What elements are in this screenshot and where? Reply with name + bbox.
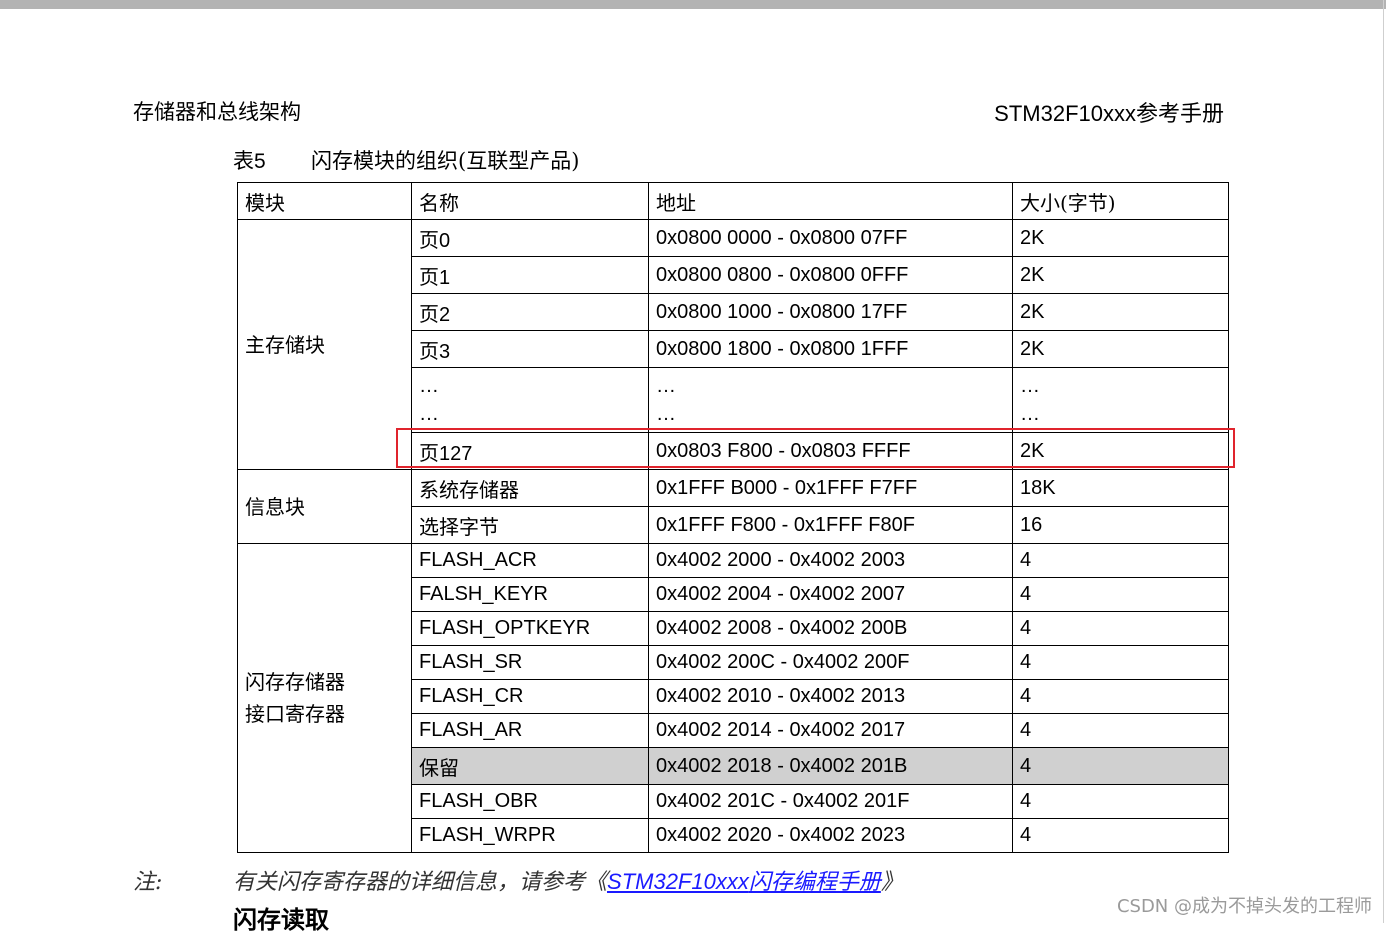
cell-name: 页3 — [411, 330, 649, 368]
cell-address: 0x4002 201C - 0x4002 201F — [648, 784, 1013, 819]
cell-size: 18K — [1012, 469, 1229, 507]
cell-name: 页2 — [411, 293, 649, 331]
cell-address: 0x1FFF B000 - 0x1FFF F7FF — [648, 469, 1013, 507]
cell-size: 4 — [1012, 747, 1229, 785]
manual-link-latin: STM32F10xxx — [607, 869, 749, 894]
cell-address: 0x0800 0000 - 0x0800 07FF — [648, 219, 1013, 257]
cell-size: 16 — [1012, 506, 1229, 544]
cell-size: 2K — [1012, 330, 1229, 368]
cell-address: 0x0800 0800 - 0x0800 0FFF — [648, 256, 1013, 294]
col-header-size: 大小(字节) — [1012, 182, 1229, 220]
cell-name: FALSH_KEYR — [411, 577, 649, 612]
table-row: 信息块 系统存储器 0x1FFF B000 - 0x1FFF F7FF 18K — [237, 469, 1229, 544]
cell-name: 页127 — [411, 432, 649, 470]
ellipsis-1: … — [656, 375, 676, 397]
cell-address: 0x4002 2014 - 0x4002 2017 — [648, 713, 1013, 748]
cell-address: 0x4002 2000 - 0x4002 2003 — [648, 543, 1013, 578]
cell-name: 选择字节 — [411, 506, 649, 544]
cell-address: 0x0800 1800 - 0x0800 1FFF — [648, 330, 1013, 368]
module-register-line1: 闪存存储器 — [245, 670, 345, 694]
cell-address: 0x0800 1000 - 0x0800 17FF — [648, 293, 1013, 331]
cell-name: 页0 — [411, 219, 649, 257]
col-header-module: 模块 — [237, 182, 412, 220]
cell-address: 0x0803 F800 - 0x0803 FFFF — [648, 432, 1013, 470]
cell-name: FLASH_CR — [411, 679, 649, 714]
cell-name: FLASH_ACR — [411, 543, 649, 578]
page-edge — [1383, 0, 1384, 923]
col-header-name: 名称 — [411, 182, 649, 220]
cell-name: 页1 — [411, 256, 649, 294]
cell-size: 2K — [1012, 293, 1229, 331]
ellipsis-1: … — [1020, 375, 1040, 397]
section-title: 闪存读取 — [233, 905, 329, 934]
table-row: 主存储块 页0 0x0800 0000 - 0x0800 07FF 2K — [237, 219, 1229, 470]
col-header-address: 地址 — [648, 182, 1013, 220]
watermark: CSDN @成为不掉头发的工程师 — [1116, 896, 1372, 917]
cell-size: 4 — [1012, 713, 1229, 748]
ellipsis-2: … — [419, 403, 439, 425]
table-caption: 表5 闪存模块的组织(互联型产品) — [233, 145, 579, 175]
cell-address: 0x4002 2004 - 0x4002 2007 — [648, 577, 1013, 612]
table-number: 表5 — [233, 150, 266, 173]
note-label: 注: — [133, 870, 163, 895]
module-register-block: 闪存存储器接口寄存器 — [237, 543, 412, 853]
cell-ellipsis: …… — [411, 367, 649, 433]
cell-name: FLASH_OBR — [411, 784, 649, 819]
cell-name: 保留 — [411, 747, 649, 785]
cell-name: FLASH_OPTKEYR — [411, 611, 649, 646]
cell-ellipsis: …… — [648, 367, 1013, 433]
cell-address: 0x1FFF F800 - 0x1FFF F80F — [648, 506, 1013, 544]
cell-size: 2K — [1012, 256, 1229, 294]
cell-name: FLASH_WRPR — [411, 818, 649, 853]
cell-size: 4 — [1012, 645, 1229, 680]
cell-name: FLASH_SR — [411, 645, 649, 680]
note-end: 》 — [880, 870, 903, 895]
table-row: 闪存存储器接口寄存器 FLASH_ACR 0x4002 2000 - 0x400… — [237, 543, 1229, 853]
note: 注: 有关闪存寄存器的详细信息，请参考《STM32F10xxx闪存编程手册》 — [133, 864, 903, 896]
module-info-block: 信息块 — [237, 469, 412, 544]
cell-address: 0x4002 2020 - 0x4002 2023 — [648, 818, 1013, 853]
cell-address: 0x4002 200C - 0x4002 200F — [648, 645, 1013, 680]
cell-size: 4 — [1012, 543, 1229, 578]
table-title: 闪存模块的组织(互联型产品) — [311, 149, 580, 173]
viewer-top-bar — [0, 0, 1386, 9]
cell-size: 2K — [1012, 432, 1229, 470]
ellipsis-2: … — [1020, 403, 1040, 425]
module-register-line2: 接口寄存器 — [245, 702, 345, 726]
manual-link[interactable]: STM32F10xxx闪存编程手册 — [607, 869, 881, 895]
module-main-block: 主存储块 — [237, 219, 412, 470]
running-header-left: 存储器和总线架构 — [133, 100, 301, 124]
cell-size: 4 — [1012, 611, 1229, 646]
flash-organization-table: 模块 名称 地址 大小(字节) 主存储块 页0 0x0800 0000 - 0x… — [237, 182, 1229, 853]
cell-size: 4 — [1012, 577, 1229, 612]
cell-address: 0x4002 2018 - 0x4002 201B — [648, 747, 1013, 785]
cell-name: 系统存储器 — [411, 469, 649, 507]
ellipsis-1: … — [419, 375, 439, 397]
running-header-right: STM32F10xxx参考手册 — [994, 101, 1224, 126]
manual-link-cn: 闪存编程手册 — [748, 870, 881, 895]
cell-size: 2K — [1012, 219, 1229, 257]
cell-address: 0x4002 2010 - 0x4002 2013 — [648, 679, 1013, 714]
table-header-row: 模块 名称 地址 大小(字节) — [237, 182, 1229, 220]
ellipsis-2: … — [656, 403, 676, 425]
cell-address: 0x4002 2008 - 0x4002 200B — [648, 611, 1013, 646]
cell-ellipsis: …… — [1012, 367, 1229, 433]
cell-size: 4 — [1012, 679, 1229, 714]
cell-size: 4 — [1012, 818, 1229, 853]
note-text: 有关闪存寄存器的详细信息，请参考《 — [233, 870, 608, 895]
cell-size: 4 — [1012, 784, 1229, 819]
cell-name: FLASH_AR — [411, 713, 649, 748]
